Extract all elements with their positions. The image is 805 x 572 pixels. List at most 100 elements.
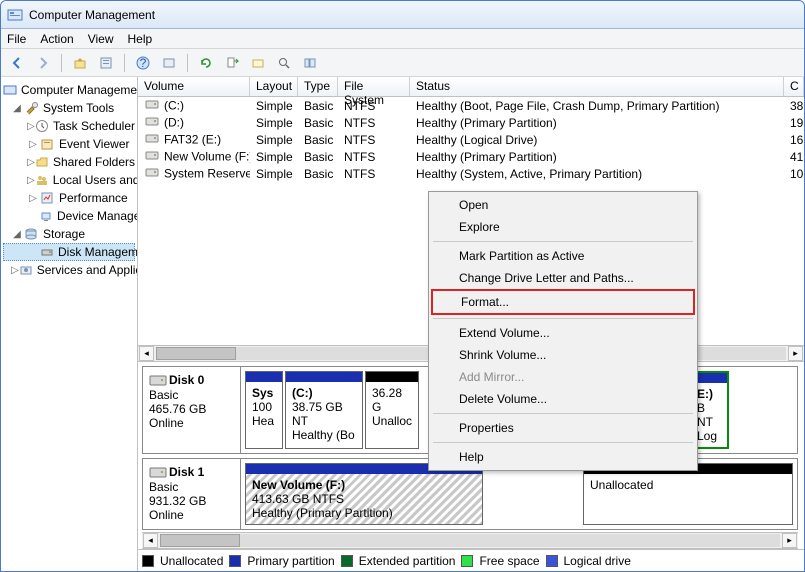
- volume-c: 16: [784, 133, 804, 147]
- list-button[interactable]: [300, 53, 320, 73]
- tree-performance[interactable]: ▷Performance: [3, 189, 135, 207]
- table-row[interactable]: FAT32 (E:)SimpleBasicNTFSHealthy (Logica…: [138, 131, 804, 148]
- partition[interactable]: New Volume (F:)413.63 GB NTFSHealthy (Pr…: [245, 463, 483, 525]
- disk-info[interactable]: Disk 0Basic465.76 GBOnline: [143, 367, 241, 453]
- tree-root[interactable]: Computer Management (Local: [3, 81, 135, 99]
- expand-icon[interactable]: ▷: [27, 193, 39, 204]
- disk-size: 931.32 GB: [149, 494, 234, 508]
- table-row[interactable]: (D:)SimpleBasicNTFSHealthy (Primary Part…: [138, 114, 804, 131]
- tree-local-users[interactable]: ▷Local Users and Groups: [3, 171, 135, 189]
- partition-bar: [366, 372, 418, 382]
- partition[interactable]: Sys100Hea: [245, 371, 283, 449]
- legend-label: Primary partition: [247, 554, 334, 568]
- collapse-icon[interactable]: ◢: [11, 103, 23, 114]
- ctx-explore[interactable]: Explore: [431, 216, 695, 238]
- collapse-icon[interactable]: ◢: [11, 229, 23, 240]
- menu-action[interactable]: Action: [40, 32, 73, 46]
- menu-bar: File Action View Help: [1, 29, 804, 49]
- partition-title: (C:): [292, 386, 356, 400]
- expand-icon[interactable]: ▷: [27, 121, 35, 132]
- partition[interactable]: 36.28 GUnalloc: [365, 371, 419, 449]
- partition-title: E:): [697, 387, 721, 401]
- volume-name: New Volume (F:): [164, 150, 250, 164]
- tree-storage[interactable]: ◢Storage: [3, 225, 135, 243]
- disk-icon: [40, 244, 54, 260]
- partition[interactable]: (C:)38.75 GB NTHealthy (Bo: [285, 371, 363, 449]
- menu-view[interactable]: View: [88, 32, 114, 46]
- expand-icon[interactable]: ▷: [11, 265, 19, 276]
- tree-services[interactable]: ▷ Services and Applications: [3, 261, 135, 279]
- menu-file[interactable]: File: [7, 32, 26, 46]
- tree-label: Services and Applications: [37, 263, 138, 277]
- tree-disk-management[interactable]: Disk Management: [3, 243, 135, 261]
- settings-button[interactable]: [248, 53, 268, 73]
- drive-icon: [144, 132, 160, 144]
- col-type[interactable]: Type: [298, 77, 338, 96]
- ctx-mark-active[interactable]: Mark Partition as Active: [431, 245, 695, 267]
- col-layout[interactable]: Layout: [250, 77, 298, 96]
- back-button[interactable]: [7, 53, 27, 73]
- volume-c: 41: [784, 150, 804, 164]
- tree-task-scheduler[interactable]: ▷Task Scheduler: [3, 117, 135, 135]
- table-row[interactable]: (C:)SimpleBasicNTFSHealthy (Boot, Page F…: [138, 97, 804, 114]
- refresh-button[interactable]: [196, 53, 216, 73]
- ctx-extend[interactable]: Extend Volume...: [431, 322, 695, 344]
- volume-layout: Simple: [250, 99, 298, 113]
- volume-name: (D:): [164, 116, 184, 130]
- table-row[interactable]: System ReservedSimpleBasicNTFSHealthy (S…: [138, 165, 804, 182]
- view-button[interactable]: [159, 53, 179, 73]
- disk-state: Online: [149, 416, 234, 430]
- scroll-left-button[interactable]: ◂: [143, 533, 158, 548]
- legend-label: Extended partition: [359, 554, 456, 568]
- tree-shared-folders[interactable]: ▷Shared Folders: [3, 153, 135, 171]
- properties-button[interactable]: [96, 53, 116, 73]
- tree-system-tools[interactable]: ◢ System Tools: [3, 99, 135, 117]
- expand-icon[interactable]: ▷: [27, 139, 39, 150]
- ctx-delete[interactable]: Delete Volume...: [431, 388, 695, 410]
- computer-management-icon: [3, 82, 17, 98]
- col-c[interactable]: C: [784, 77, 804, 96]
- scroll-right-button[interactable]: ▸: [788, 346, 803, 361]
- ctx-format[interactable]: Format...: [431, 289, 695, 315]
- tree-label: Disk Management: [58, 245, 138, 259]
- partition[interactable]: Unallocated: [583, 463, 793, 525]
- tree-label: System Tools: [43, 101, 114, 115]
- disk-info[interactable]: Disk 1Basic931.32 GBOnline: [143, 459, 241, 529]
- volume-layout: Simple: [250, 167, 298, 181]
- legend-label: Free space: [479, 554, 539, 568]
- expand-icon[interactable]: ▷: [27, 157, 35, 168]
- navigation-tree[interactable]: Computer Management (Local ◢ System Tool…: [1, 77, 138, 571]
- ctx-mirror: Add Mirror...: [431, 366, 695, 388]
- col-fs[interactable]: File System: [338, 77, 410, 96]
- scroll-left-button[interactable]: ◂: [139, 346, 154, 361]
- expand-icon[interactable]: ▷: [27, 175, 35, 186]
- disk-type: Basic: [149, 388, 234, 402]
- forward-button[interactable]: [33, 53, 53, 73]
- menu-help[interactable]: Help: [128, 32, 153, 46]
- scroll-right-button[interactable]: ▸: [782, 533, 797, 548]
- volume-c: 19: [784, 116, 804, 130]
- ctx-change-letter[interactable]: Change Drive Letter and Paths...: [431, 267, 695, 289]
- ctx-open[interactable]: Open: [431, 194, 695, 216]
- help-button[interactable]: ?: [133, 53, 153, 73]
- legend-swatch-extended: [341, 555, 353, 567]
- ctx-shrink[interactable]: Shrink Volume...: [431, 344, 695, 366]
- table-row[interactable]: New Volume (F:)SimpleBasicNTFSHealthy (P…: [138, 148, 804, 165]
- partition-size: 36.28 G: [372, 386, 412, 414]
- disk-hscroll[interactable]: ◂ ▸: [142, 532, 798, 549]
- folder-icon: [35, 154, 49, 170]
- tree-event-viewer[interactable]: ▷Event Viewer: [3, 135, 135, 153]
- partition-title: New Volume (F:): [252, 478, 476, 492]
- export-button[interactable]: [222, 53, 242, 73]
- volume-list[interactable]: (C:)SimpleBasicNTFSHealthy (Boot, Page F…: [138, 97, 804, 182]
- tree-device-manager[interactable]: Device Manager: [3, 207, 135, 225]
- ctx-help[interactable]: Help: [431, 446, 695, 468]
- volume-type: Basic: [298, 99, 338, 113]
- col-volume[interactable]: Volume: [138, 77, 250, 96]
- partition-status: Healthy (Primary Partition): [252, 506, 476, 520]
- ctx-properties[interactable]: Properties: [431, 417, 695, 439]
- up-button[interactable]: [70, 53, 90, 73]
- col-status[interactable]: Status: [410, 77, 784, 96]
- find-button[interactable]: [274, 53, 294, 73]
- drive-icon: [144, 115, 160, 127]
